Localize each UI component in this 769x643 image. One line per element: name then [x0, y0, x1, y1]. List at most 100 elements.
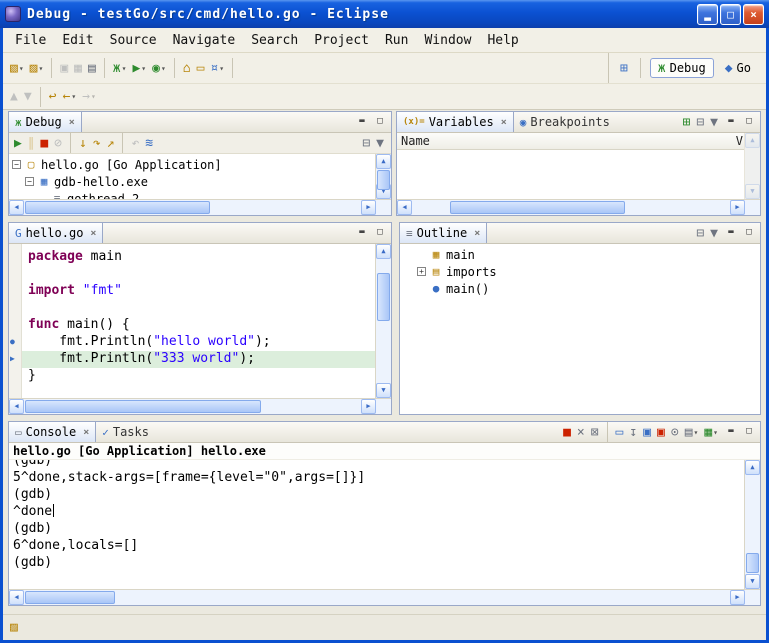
- scroll-down-icon[interactable]: ▼: [745, 574, 760, 589]
- tab-variables[interactable]: (x)= Variables ×: [397, 112, 514, 132]
- minimize-view-button[interactable]: ▬: [723, 115, 739, 129]
- minimize-view-button[interactable]: ▬: [354, 115, 370, 129]
- search-button[interactable]: ¤▾: [208, 57, 226, 79]
- maximize-view-button[interactable]: □: [372, 226, 388, 240]
- tree-item[interactable]: ≡gothread-2: [9, 190, 375, 199]
- column-value[interactable]: V: [736, 134, 743, 148]
- maximize-view-button[interactable]: □: [741, 115, 757, 129]
- console-horizontal-scrollbar[interactable]: ◀ ▶: [9, 589, 760, 605]
- code-area[interactable]: package main import "fmt" func main() { …: [22, 244, 375, 398]
- maximize-view-button[interactable]: □: [741, 425, 757, 439]
- scroll-lock-button[interactable]: ↧: [627, 423, 639, 441]
- scrollbar-thumb[interactable]: [377, 273, 390, 321]
- close-icon[interactable]: ×: [90, 228, 96, 239]
- last-edit-location-button[interactable]: ↩: [47, 86, 59, 108]
- tree-item[interactable]: ▦main: [414, 246, 760, 263]
- remove-launch-button[interactable]: ×: [575, 423, 587, 441]
- display-console-dropdown-icon[interactable]: ▾: [694, 428, 699, 437]
- open-perspective-button[interactable]: ⊞: [618, 57, 630, 79]
- tab-debug[interactable]: ж Debug ×: [9, 112, 82, 132]
- scroll-left-icon[interactable]: ◀: [9, 200, 24, 215]
- maximize-view-button[interactable]: □: [741, 226, 757, 240]
- clear-console-button[interactable]: ▭: [614, 423, 626, 441]
- menu-navigate[interactable]: Navigate: [165, 30, 244, 51]
- open-resource-button[interactable]: ▭: [195, 57, 207, 79]
- variables-vertical-scrollbar[interactable]: ▲ ▼: [744, 133, 760, 199]
- menu-help[interactable]: Help: [479, 30, 526, 51]
- console-output[interactable]: (gdb)5^done,stack-args=[frame={level="0"…: [9, 460, 744, 589]
- save-all-button[interactable]: ▦: [72, 57, 84, 79]
- close-icon[interactable]: ×: [83, 427, 89, 438]
- expander-minus-icon[interactable]: −: [12, 160, 21, 169]
- menu-run[interactable]: Run: [377, 30, 416, 51]
- close-icon[interactable]: ×: [474, 228, 480, 239]
- new-wizard-button[interactable]: ▧▾: [8, 57, 26, 79]
- drop-to-frame-button[interactable]: ↶: [129, 134, 141, 152]
- terminate-button[interactable]: ■: [561, 423, 573, 441]
- resume-button[interactable]: ▶: [12, 134, 24, 152]
- external-tools-button[interactable]: ◉▾: [150, 57, 168, 79]
- pin-console-button[interactable]: ⊙: [669, 423, 681, 441]
- menu-file[interactable]: File: [7, 30, 54, 51]
- debug-button[interactable]: ж▾: [111, 57, 129, 79]
- perspective-debug-button[interactable]: ж Debug: [650, 58, 714, 78]
- close-icon[interactable]: ×: [69, 117, 75, 128]
- tab-outline[interactable]: ≡ Outline ×: [400, 223, 487, 243]
- forward-dropdown-icon[interactable]: ▾: [91, 92, 96, 101]
- scrollbar-thumb[interactable]: [25, 591, 115, 604]
- tab-console[interactable]: ▭ Console ×: [9, 422, 96, 442]
- scroll-down-icon[interactable]: ▼: [745, 184, 760, 199]
- scrollbar-thumb[interactable]: [450, 201, 625, 214]
- minimize-view-button[interactable]: ▬: [354, 226, 370, 240]
- scroll-up-icon[interactable]: ▲: [376, 244, 391, 259]
- menu-edit[interactable]: Edit: [54, 30, 101, 51]
- view-menu-button[interactable]: ▼: [708, 113, 720, 131]
- forward-button[interactable]: →▾: [80, 86, 98, 108]
- close-icon[interactable]: ×: [501, 117, 507, 128]
- tree-item[interactable]: −▢hello.go [Go Application]: [9, 156, 375, 173]
- run-dropdown-icon[interactable]: ▾: [141, 64, 146, 73]
- scroll-left-icon[interactable]: ◀: [397, 200, 412, 215]
- suspend-button[interactable]: ∥: [26, 134, 37, 152]
- open-console-button[interactable]: ▦▾: [702, 423, 720, 441]
- tab-hello-go[interactable]: G hello.go ×: [9, 223, 103, 243]
- scroll-left-icon[interactable]: ◀: [9, 399, 24, 414]
- minimize-button[interactable]: ▂: [697, 4, 718, 25]
- menu-window[interactable]: Window: [416, 30, 479, 51]
- scrollbar-thumb[interactable]: [746, 553, 759, 573]
- step-filters-button[interactable]: ≋: [143, 134, 155, 152]
- editor-vertical-scrollbar[interactable]: ▲ ▼: [375, 244, 391, 398]
- show-stderr-button[interactable]: ▣: [655, 423, 667, 441]
- scroll-right-icon[interactable]: ▶: [361, 399, 376, 414]
- scroll-up-icon[interactable]: ▲: [745, 460, 760, 475]
- scroll-up-icon[interactable]: ▲: [376, 154, 391, 169]
- terminate-button[interactable]: ■: [38, 134, 50, 152]
- back-button[interactable]: ←▾: [60, 86, 78, 108]
- search-dropdown-icon[interactable]: ▾: [219, 64, 224, 73]
- step-into-button[interactable]: ↓: [77, 134, 89, 152]
- titlebar[interactable]: Debug - testGo/src/cmd/hello.go - Eclips…: [0, 0, 769, 28]
- scroll-down-icon[interactable]: ▼: [376, 383, 391, 398]
- save-button[interactable]: ▣: [58, 57, 70, 79]
- debug-dropdown-icon[interactable]: ▾: [122, 64, 127, 73]
- view-menu-button[interactable]: ▼: [708, 224, 720, 242]
- scrollbar-thumb[interactable]: [377, 170, 390, 190]
- scroll-right-icon[interactable]: ▶: [730, 200, 745, 215]
- variables-horizontal-scrollbar[interactable]: ◀ ▶: [397, 199, 760, 215]
- breakpoint-icon[interactable]: ●: [10, 337, 15, 346]
- maximize-view-button[interactable]: □: [372, 115, 388, 129]
- tree-item[interactable]: ●main(): [414, 280, 760, 297]
- console-vertical-scrollbar[interactable]: ▲ ▼: [744, 460, 760, 589]
- new-editor-button[interactable]: ▨▾: [28, 57, 46, 79]
- run-button[interactable]: ▶▾: [130, 57, 148, 79]
- scrollbar-thumb[interactable]: [25, 201, 210, 214]
- step-over-button[interactable]: ↷: [91, 134, 103, 152]
- new-editor-dropdown-icon[interactable]: ▾: [38, 64, 43, 73]
- debug-vertical-scrollbar[interactable]: ▲ ▼: [375, 154, 391, 199]
- tab-breakpoints[interactable]: ◉ Breakpoints: [514, 112, 616, 132]
- scrollbar-thumb[interactable]: [25, 400, 261, 413]
- maximize-button[interactable]: □: [720, 4, 741, 25]
- step-return-button[interactable]: ↗: [105, 134, 117, 152]
- show-logical-structures-button[interactable]: ⊞: [681, 113, 693, 131]
- print-button[interactable]: ▤: [86, 57, 98, 79]
